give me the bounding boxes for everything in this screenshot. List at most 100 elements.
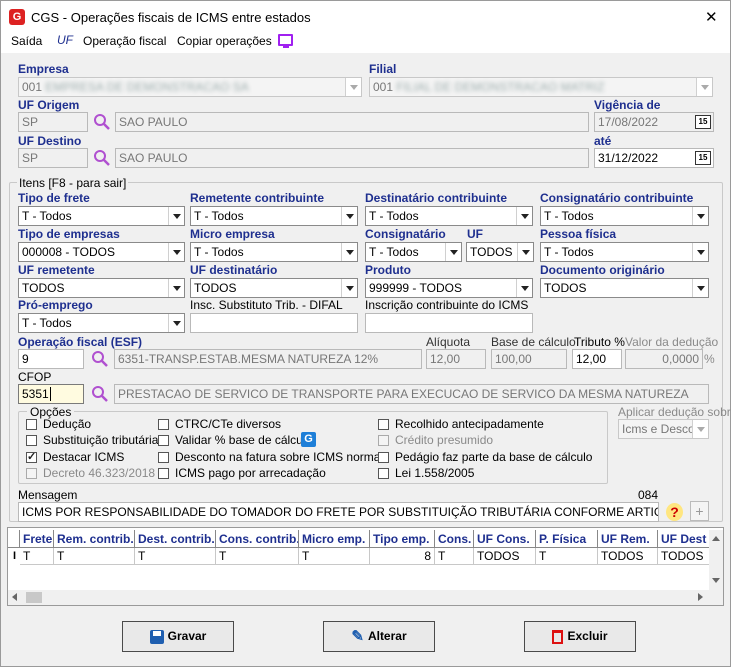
pencil-icon: ✎	[351, 628, 364, 646]
tributo-label: Tributo %	[574, 335, 625, 349]
search-icon[interactable]	[91, 350, 109, 368]
pro-emprego-label: Pró-emprego	[18, 298, 93, 312]
alterar-button[interactable]: ✎ Alterar	[323, 621, 435, 652]
operacao-fiscal-code[interactable]: 9	[18, 349, 84, 369]
pessoa-fisica-select[interactable]: T - Todos	[540, 242, 709, 262]
grid-cell[interactable]: TODOS	[658, 548, 713, 565]
tipo-empresas-select[interactable]: 000008 - TODOS	[18, 242, 185, 262]
excluir-button[interactable]: Excluir	[524, 621, 636, 652]
grid-header-uf-cons[interactable]: UF Cons.	[474, 530, 536, 548]
grid-header-cons-contrib[interactable]: Cons. contrib.	[216, 530, 299, 548]
grid-header-uf-dest[interactable]: UF Dest	[658, 530, 713, 548]
grid-cell[interactable]: TODOS	[598, 548, 658, 565]
remetente-select[interactable]: T - Todos	[190, 206, 358, 226]
grid-cell[interactable]: T	[435, 548, 474, 565]
menu-copiar-operacoes[interactable]: Copiar operações	[177, 34, 272, 48]
decreto-checkbox[interactable]	[26, 468, 37, 479]
destinatario-select[interactable]: T - Todos	[365, 206, 533, 226]
uf-destinatario-label: UF destinatário	[190, 263, 278, 277]
grid-header-dest-contrib[interactable]: Dest. contrib.	[135, 530, 216, 548]
aplicar-deducao-select[interactable]: Icms e Desconto	[618, 419, 709, 439]
window-title: CGS - Operações fiscais de ICMS entre es…	[31, 10, 311, 25]
help-icon[interactable]: ?	[666, 503, 683, 521]
uf-remetente-select[interactable]: TODOS	[18, 278, 185, 298]
consignatario-label: Consignatário	[365, 227, 446, 241]
credito-presumido-checkbox[interactable]	[378, 435, 389, 446]
micro-empresa-select[interactable]: T - Todos	[190, 242, 358, 262]
pessoa-fisica-label: Pessoa física	[540, 227, 617, 241]
uf-destinatario-select[interactable]: TODOS	[190, 278, 358, 298]
aliquota-field: 12,00	[426, 349, 486, 369]
grid-header-tipo-emp[interactable]: Tipo emp.	[370, 530, 435, 548]
mensagem-field[interactable]: ICMS POR RESPONSABILIDADE DO TOMADOR DO …	[18, 502, 659, 522]
grid-cell[interactable]: T	[135, 548, 216, 565]
menu-uf[interactable]: UF	[57, 33, 73, 47]
recolhido-checkbox[interactable]	[378, 419, 389, 430]
uf-origem-code[interactable]: SP	[18, 112, 88, 132]
consignatario-select[interactable]: T - Todos	[365, 242, 462, 262]
ate-label: até	[594, 134, 612, 148]
uf-remetente-label: UF remetente	[18, 263, 95, 277]
grid-cell[interactable]: 8	[370, 548, 435, 565]
tipo-frete-select[interactable]: T - Todos	[18, 206, 185, 226]
grid-vertical-scrollbar[interactable]	[709, 530, 723, 590]
desconto-fatura-checkbox[interactable]	[158, 452, 169, 463]
validar-base-checkbox[interactable]	[158, 435, 169, 446]
pro-emprego-select[interactable]: T - Todos	[18, 313, 185, 333]
add-message-button[interactable]: +	[690, 501, 709, 521]
substituicao-checkbox[interactable]	[26, 435, 37, 446]
calendar-icon[interactable]: 15	[695, 151, 711, 165]
grid-cell[interactable]: T	[299, 548, 370, 565]
ctrc-label: CTRC/CTe diversos	[175, 417, 282, 431]
grid-cell[interactable]: T	[536, 548, 598, 565]
gravar-button[interactable]: Gravar	[122, 621, 234, 652]
icms-pago-label: ICMS pago por arrecadação	[175, 466, 326, 480]
mensagem-code: 084	[638, 488, 659, 502]
calendar-icon[interactable]: 15	[695, 115, 711, 129]
icms-pago-checkbox[interactable]	[158, 468, 169, 479]
documento-originario-select[interactable]: TODOS	[540, 278, 709, 298]
empresa-select[interactable]: 001 EMPRESA DE DEMONSTRACAO SA	[18, 77, 362, 97]
grid-header-p-fisica[interactable]: P. Física	[536, 530, 598, 548]
lei-checkbox[interactable]	[378, 468, 389, 479]
uf-destino-code[interactable]: SP	[18, 148, 88, 168]
grid-header-micro-emp[interactable]: Micro emp.	[299, 530, 370, 548]
grid-header-cons[interactable]: Cons.	[435, 530, 474, 548]
uf-origem-name: SAO PAULO	[115, 112, 589, 132]
pedagio-checkbox[interactable]	[378, 452, 389, 463]
grid-cell[interactable]: T	[20, 548, 54, 565]
search-icon[interactable]	[93, 113, 111, 131]
grid-cell[interactable]: TODOS	[474, 548, 536, 565]
aplicar-deducao-label: Aplicar dedução sobre	[618, 405, 731, 419]
destacar-icms-checkbox[interactable]	[26, 450, 37, 463]
operacao-fiscal-label: Operação fiscal (ESF)	[18, 335, 143, 349]
operations-grid[interactable]: Frete Rem. contrib. Dest. contrib. Cons.…	[7, 527, 724, 606]
remetente-label: Remetente contribuinte	[190, 191, 325, 205]
close-icon[interactable]: ✕	[705, 8, 718, 26]
search-icon[interactable]	[91, 385, 109, 403]
menu-operacao-fiscal[interactable]: Operação fiscal	[83, 34, 166, 48]
deducao-checkbox[interactable]	[26, 419, 37, 430]
search-icon[interactable]	[93, 149, 111, 167]
inscricao-contribuinte-field[interactable]	[365, 313, 533, 333]
insc-substituto-field[interactable]	[190, 313, 358, 333]
grid-header-rem-contrib[interactable]: Rem. contrib.	[54, 530, 135, 548]
ctrc-checkbox[interactable]	[158, 419, 169, 430]
cfop-code[interactable]: 5351	[18, 384, 84, 404]
grid-header-frete[interactable]: Frete	[20, 530, 54, 548]
uf-label: UF	[467, 227, 483, 241]
produto-select[interactable]: 999999 - TODOS	[365, 278, 533, 298]
valor-deducao-unit: %	[704, 352, 715, 366]
uf-select[interactable]: TODOS	[466, 242, 534, 262]
tributo-field[interactable]: 12,00	[572, 349, 622, 369]
menu-saida[interactable]: Saída	[11, 34, 42, 48]
grid-header-uf-rem[interactable]: UF Rem.	[598, 530, 658, 548]
grid-horizontal-scrollbar[interactable]	[8, 590, 723, 605]
filial-select[interactable]: 001 FILIAL DE DEMONSTRACAO MATRIZ	[369, 77, 713, 97]
grid-cell[interactable]: T	[216, 548, 299, 565]
operacao-fiscal-description: 6351-TRANSP.ESTAB.MESMA NATUREZA 12%	[114, 349, 422, 369]
monitor-icon[interactable]	[278, 34, 293, 48]
grid-cell[interactable]: T	[54, 548, 135, 565]
g-help-icon[interactable]: G	[301, 432, 316, 447]
consignatario-contrib-select[interactable]: T - Todos	[540, 206, 709, 226]
